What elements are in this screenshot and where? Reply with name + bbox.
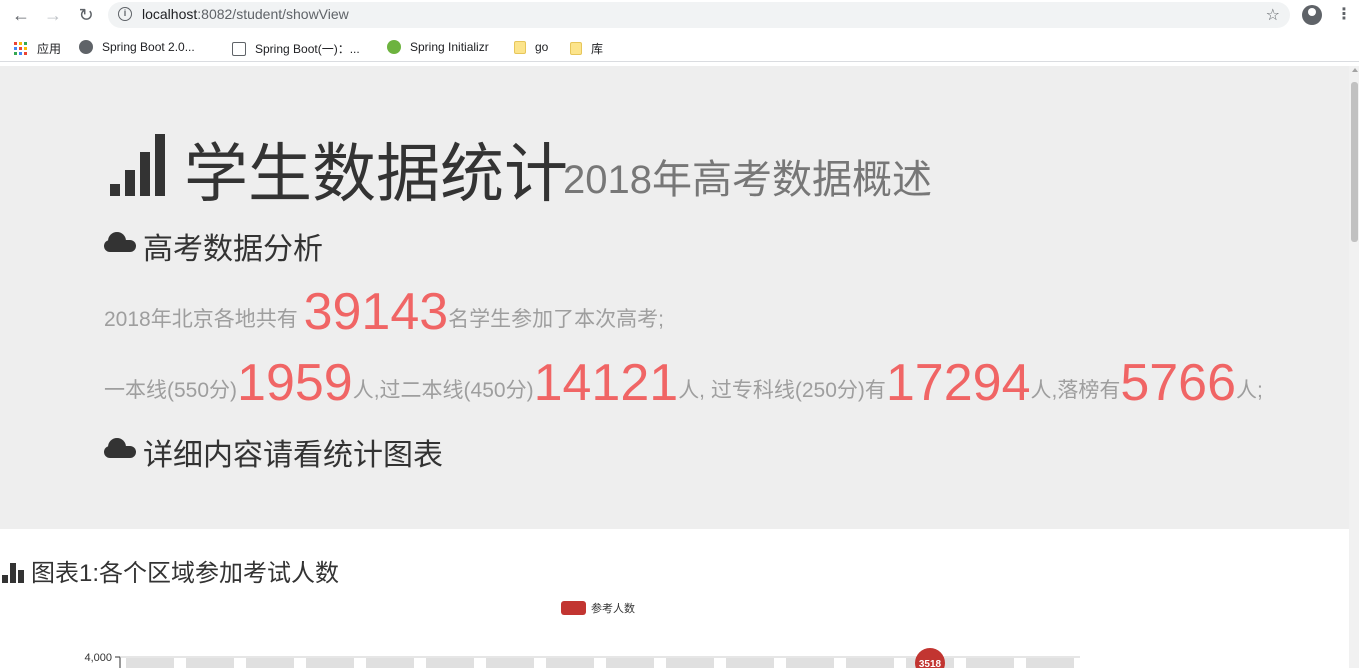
bookmark-folder-lib[interactable]: 库: [570, 40, 603, 57]
spring-leaf-icon: [387, 40, 401, 54]
data-label-value: 3518: [919, 659, 942, 668]
bar-chart-icon: [2, 563, 26, 583]
jumbotron: 学生数据统计 2018年高考数据概述 高考数据分析 2018年北京各地共有 39…: [0, 66, 1349, 529]
stat-tier2-value: 14121: [533, 354, 679, 412]
bookmark-label: Spring Boot(一)：...: [255, 42, 360, 56]
y-tick-label: 4,000: [84, 652, 112, 664]
bar-background: [366, 658, 414, 668]
page-viewport: 学生数据统计 2018年高考数据概述 高考数据分析 2018年北京各地共有 39…: [0, 66, 1349, 668]
bookmark-apps[interactable]: 应用: [14, 40, 61, 57]
stat-tier3-value: 17294: [885, 354, 1031, 412]
stat-text: 人,过二本线(450分): [352, 379, 534, 402]
page-title: 学生数据统计: [184, 138, 568, 210]
bookmark-label: Spring Initializr: [410, 40, 489, 54]
bar-background: [546, 658, 594, 668]
bookmarks-bar: 应用 Spring Boot 2.0... Spring Boot(一)：...…: [0, 32, 1359, 62]
bar-background: [1026, 658, 1074, 668]
stat-line-scores: 一本线(550分)1959人,过二本线(450分)14121人, 过专科线(25…: [104, 353, 1263, 413]
bar-background: [306, 658, 354, 668]
bookmark-label: 库: [591, 42, 604, 56]
stat-line-total: 2018年北京各地共有 39143名学生参加了本次高考;: [104, 282, 664, 342]
folder-icon: [570, 42, 582, 55]
scrollbar-thumb[interactable]: [1351, 82, 1358, 242]
reload-icon[interactable]: ↻: [75, 4, 97, 26]
section-heading-analysis: 高考数据分析: [143, 233, 323, 266]
stat-text: 一本线(550分): [104, 379, 238, 402]
bar-background: [966, 658, 1014, 668]
stat-text: 名学生参加了本次高考;: [448, 308, 665, 331]
bar-background: [126, 658, 174, 668]
cloud-icon: [104, 438, 136, 458]
bar-background: [426, 658, 474, 668]
address-bar[interactable]: i localhost:8082/student/showView ☆: [108, 2, 1290, 28]
stat-total-value: 39143: [303, 283, 449, 341]
stat-tier1-value: 1959: [237, 354, 353, 412]
bookmark-star-icon[interactable]: ☆: [1266, 5, 1280, 25]
back-arrow-icon[interactable]: ←: [10, 4, 32, 26]
scroll-up-arrow-icon[interactable]: [1352, 68, 1358, 72]
legend-swatch: [561, 601, 586, 615]
globe-icon: [79, 40, 93, 54]
cloud-icon: [104, 232, 136, 252]
page-icon: [232, 41, 246, 56]
url-text[interactable]: localhost:8082/student/showView: [142, 6, 349, 22]
stat-text: 2018年北京各地共有: [104, 308, 304, 331]
page-subtitle: 2018年高考数据概述: [563, 158, 932, 202]
bookmark-label: go: [535, 40, 549, 54]
legend-label: 参考人数: [591, 601, 635, 615]
folder-icon: [514, 40, 526, 54]
chart-title: 图表1:各个区域参加考试人数: [31, 560, 340, 587]
bar-background: [786, 658, 834, 668]
section-heading-details: 详细内容请看统计图表: [143, 439, 443, 472]
profile-avatar-icon[interactable]: [1302, 5, 1322, 25]
bar-chart[interactable]: 参考人数 4,000 3518: [0, 596, 1349, 668]
kebab-menu-icon[interactable]: ⋮: [1336, 4, 1352, 24]
bookmark-label: Spring Boot 2.0...: [102, 40, 195, 54]
forward-arrow-icon[interactable]: →: [42, 4, 64, 26]
bookmark-spring-boot-1[interactable]: Spring Boot(一)：...: [232, 40, 360, 57]
stat-text: 人;: [1236, 379, 1263, 402]
apps-grid-icon: [14, 41, 28, 56]
bar-background: [726, 658, 774, 668]
bookmark-folder-go[interactable]: go: [514, 40, 548, 54]
site-info-icon[interactable]: i: [118, 7, 132, 21]
bar-background: [186, 658, 234, 668]
bar-background: [486, 658, 534, 668]
bar-background: [246, 658, 294, 668]
bookmark-label: 应用: [37, 42, 62, 56]
url-host: localhost: [142, 6, 198, 22]
stat-fail-value: 5766: [1120, 354, 1237, 412]
bookmark-spring-initializr[interactable]: Spring Initializr: [387, 40, 489, 54]
browser-toolbar: ← → ↻ i localhost:8082/student/showView …: [0, 0, 1359, 30]
signal-bars-icon: [110, 134, 168, 196]
url-path: :8082/student/showView: [197, 6, 349, 22]
bookmark-spring-boot-2[interactable]: Spring Boot 2.0...: [79, 40, 195, 54]
stat-text: 人, 过专科线(250分)有: [678, 379, 886, 402]
bar-background: [666, 658, 714, 668]
bar-background: [606, 658, 654, 668]
bar-background: [846, 658, 894, 668]
stat-text: 人,落榜有: [1030, 379, 1121, 402]
